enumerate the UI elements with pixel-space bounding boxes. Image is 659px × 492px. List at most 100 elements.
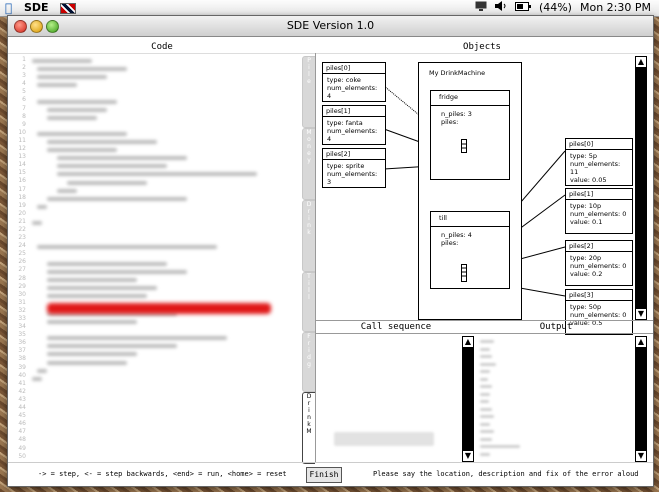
object-field: num_elements: 4: [327, 84, 378, 100]
code-line: [37, 75, 107, 80]
object-right-pile-1[interactable]: piles[1] type: 10p num_elements: 0 value: …: [565, 188, 633, 234]
object-field: num_elements: 0: [570, 262, 627, 270]
code-line: [47, 352, 137, 357]
object-field: value: 0.05: [570, 176, 607, 184]
object-field: piles:: [441, 118, 459, 126]
input-language-flag-icon[interactable]: [60, 3, 76, 14]
lower-header-divider: [316, 333, 653, 334]
object-fridge[interactable]: fridge n_piles: 3 piles:: [430, 90, 510, 180]
object-field: type: 10p: [570, 202, 602, 210]
class-tab-1[interactable]: Pile: [302, 56, 316, 128]
call-sequence-scrollbar[interactable]: ▲ ▼: [462, 336, 474, 462]
code-line: [57, 172, 257, 177]
output-line: [480, 430, 494, 433]
volume-icon[interactable]: [494, 1, 507, 14]
app-menu[interactable]: SDE: [24, 1, 49, 14]
call-sequence-title: Call sequence: [360, 322, 432, 332]
class-tab-2[interactable]: Money: [302, 128, 316, 200]
output-line: [480, 400, 489, 403]
output-line: [480, 362, 496, 366]
object-field: num_elements: 0: [570, 210, 627, 218]
battery-icon[interactable]: [514, 1, 531, 14]
output-line: [480, 385, 492, 388]
objects-scrollbar[interactable]: ▲ ▼: [635, 56, 647, 320]
code-line: [57, 156, 187, 161]
output-line: [480, 437, 492, 441]
output-line: [480, 452, 490, 456]
window-titlebar[interactable]: SDE Version 1.0: [8, 16, 653, 37]
code-line: [67, 180, 147, 185]
code-panel-title: Code: [151, 42, 173, 52]
output-line: [480, 347, 490, 351]
object-field: num_elements: 0: [570, 311, 627, 319]
error-highlight-line[interactable]: [47, 303, 271, 314]
instruction-text: Please say the location, description and…: [373, 470, 639, 478]
objects-view: piles[0] type: coke num_elements: 4 piles…: [316, 56, 633, 335]
scroll-down-arrow-icon[interactable]: ▼: [462, 450, 474, 462]
object-field: type: 20p: [570, 254, 602, 262]
bottom-bar: -> = step, <- = step backwards, <end> = …: [8, 462, 653, 487]
display-icon[interactable]: [475, 1, 487, 14]
code-line: [37, 99, 117, 104]
code-line: [47, 277, 137, 282]
object-left-pile-1[interactable]: piles[1] type: fanta num_elements: 4: [322, 105, 386, 145]
vertical-divider: [315, 53, 316, 462]
object-header: piles[1]: [323, 106, 385, 117]
object-left-pile-2[interactable]: piles[2] type: sprite num_elements: 3: [322, 148, 386, 188]
object-header: piles[2]: [566, 241, 632, 252]
class-tab-4[interactable]: Till: [302, 272, 316, 332]
scroll-down-arrow-icon[interactable]: ▼: [635, 450, 647, 462]
scroll-up-arrow-icon[interactable]: ▲: [635, 336, 647, 348]
object-header: piles[1]: [566, 189, 632, 200]
scroll-up-arrow-icon[interactable]: ▲: [462, 336, 474, 348]
till-piles-array-icon: [461, 264, 467, 282]
object-right-pile-2[interactable]: piles[2] type: 20p num_elements: 0 value: …: [565, 240, 633, 286]
code-line: [37, 83, 77, 88]
object-left-pile-0[interactable]: piles[0] type: coke num_elements: 4: [322, 62, 386, 102]
code-editor[interactable]: 1 2 3 4 5 6 7 8 9 10 11 12 13 14 15 16 17 18 19 20 21 22 23 24 2…: [12, 56, 302, 462]
menubar-clock[interactable]: Mon 2:30 PM: [580, 1, 651, 14]
active-tab-label: DrinkM: [303, 393, 315, 435]
fridge-piles-array-icon: [461, 139, 467, 153]
object-header: piles[0]: [323, 63, 385, 74]
output-line: [480, 355, 492, 358]
object-till[interactable]: till n_piles: 4 piles:: [430, 211, 510, 289]
output-scrollbar[interactable]: ▲ ▼: [635, 336, 647, 462]
object-header: piles[0]: [566, 139, 632, 150]
object-right-pile-0[interactable]: piles[0] type: 5p num_elements: 11 value: …: [565, 138, 633, 186]
scroll-up-arrow-icon[interactable]: ▲: [635, 56, 647, 68]
code-line: [57, 188, 77, 193]
code-line: [47, 148, 117, 153]
code-line: [47, 261, 167, 266]
code-line: [37, 131, 127, 136]
output-line: [480, 392, 490, 396]
call-sequence-entry: [334, 432, 434, 446]
apple-menu-icon[interactable]: : [5, 1, 12, 15]
tab-letter: D: [306, 393, 312, 400]
sde-window: SDE Version 1.0 Code Objects 1 2 3 4 5 6 7 8 9 10…: [7, 15, 654, 487]
class-tab-5[interactable]: Fridg: [302, 332, 316, 392]
object-header: till: [431, 212, 509, 227]
window-title: SDE Version 1.0: [286, 19, 375, 32]
code-line: [57, 164, 167, 169]
class-tab-drinkmachine[interactable]: DrinkM: [302, 392, 315, 464]
tab-letter: M: [306, 428, 312, 435]
call-sequence-list[interactable]: [318, 336, 460, 460]
code-line: [47, 107, 107, 112]
scroll-down-arrow-icon[interactable]: ▼: [635, 308, 647, 320]
output-console[interactable]: [476, 336, 632, 460]
class-tabs: Pile Money Drink Till Fridg DrinkM: [302, 56, 316, 464]
code-line: [47, 196, 187, 201]
code-line: [37, 245, 217, 250]
object-field: type: 5p: [570, 152, 598, 160]
object-header: My DrinkMachine: [429, 69, 486, 77]
tab-letter: k: [307, 421, 311, 428]
code-line: [37, 204, 47, 209]
tab-letter: r: [307, 400, 311, 407]
object-field: value: 0.2: [570, 270, 603, 278]
finish-button[interactable]: Finish: [306, 467, 342, 483]
output-line: [480, 407, 492, 411]
object-field: num_elements: 11: [570, 160, 621, 176]
class-tab-3[interactable]: Drink: [302, 200, 316, 272]
code-line: [47, 115, 97, 120]
